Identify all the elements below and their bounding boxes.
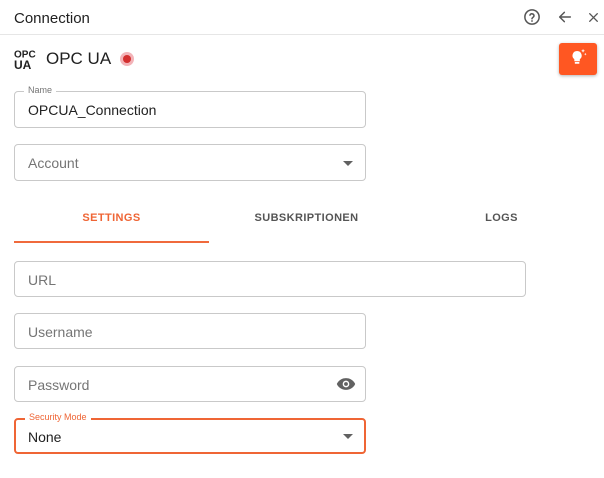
tip-button[interactable] <box>559 43 597 75</box>
name-value: OPCUA_Connection <box>28 102 157 118</box>
chevron-down-icon <box>343 434 353 439</box>
username-placeholder: Username <box>28 324 93 340</box>
page-title: Connection <box>14 10 90 27</box>
name-label: Name <box>24 85 57 95</box>
close-icon[interactable] <box>583 7 603 27</box>
url-placeholder: URL <box>28 272 57 288</box>
svg-text:UA: UA <box>14 58 32 70</box>
header-divider <box>0 34 604 35</box>
help-icon[interactable] <box>522 7 542 27</box>
url-input[interactable]: URL <box>14 261 526 297</box>
chevron-down-icon <box>343 161 353 166</box>
tab-subskriptionen[interactable]: SUBSKRIPTIONEN <box>209 212 404 224</box>
opc-ua-logo-icon: OPC UA <box>14 48 40 73</box>
active-tab-indicator <box>14 241 209 243</box>
status-indicator <box>120 52 134 66</box>
security-mode-select[interactable]: Security Mode None <box>14 412 366 454</box>
eye-icon[interactable] <box>336 376 356 392</box>
password-placeholder: Password <box>28 377 90 393</box>
tab-settings[interactable]: SETTINGS <box>14 212 209 224</box>
app-title: OPC UA <box>46 49 112 68</box>
tab-logs[interactable]: LOGS <box>404 212 599 224</box>
back-arrow-icon[interactable] <box>555 7 575 27</box>
security-mode-value: None <box>28 429 62 445</box>
account-select[interactable]: Account <box>14 144 366 181</box>
name-field[interactable]: Name OPCUA_Connection <box>14 85 366 128</box>
account-placeholder: Account <box>28 155 79 171</box>
username-input[interactable]: Username <box>14 313 366 349</box>
lightbulb-icon <box>567 46 589 73</box>
password-input[interactable]: Password <box>14 366 366 402</box>
security-mode-label: Security Mode <box>25 412 91 422</box>
